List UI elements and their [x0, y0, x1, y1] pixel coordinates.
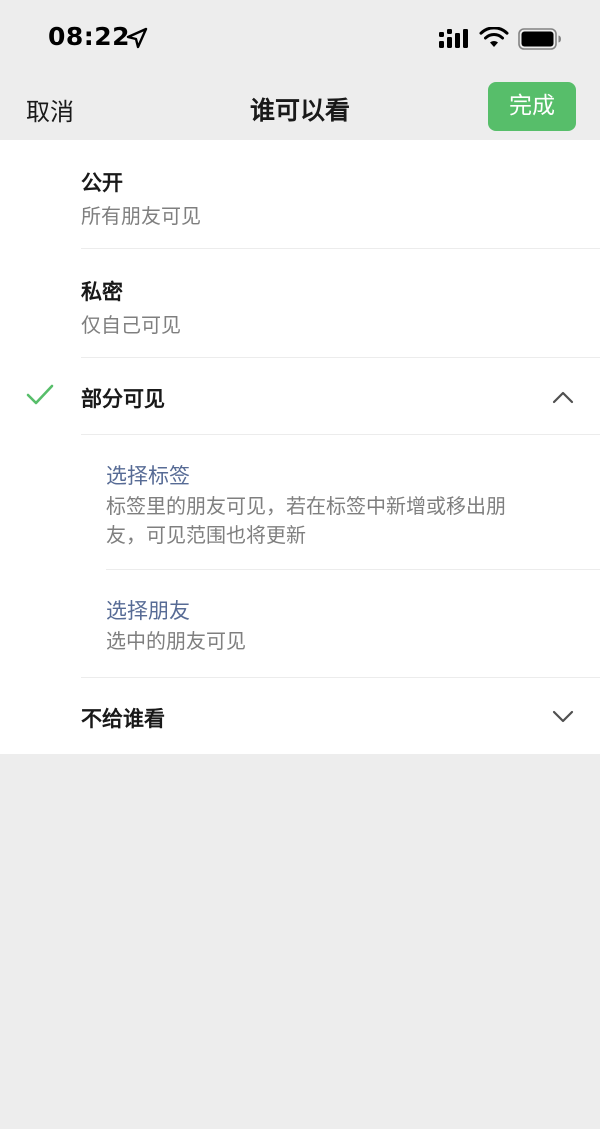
option-public-title: 公开	[81, 171, 123, 195]
visibility-options-list: 公开 所有朋友可见 私密 仅自己可见 部分可见 选择标签 标签里的朋友可见，若在…	[0, 140, 600, 754]
select-friends-title: 选择朋友	[106, 599, 190, 623]
location-arrow-icon	[126, 27, 148, 49]
cellular-signal-icon	[439, 29, 468, 48]
chevron-up-icon[interactable]	[551, 389, 575, 405]
wifi-icon	[479, 27, 509, 47]
option-public[interactable]: 公开 所有朋友可见	[0, 140, 600, 248]
nav-bar: 取消 谁可以看 完成	[0, 72, 600, 140]
status-time: 08:22	[48, 22, 131, 51]
option-private-title: 私密	[81, 280, 123, 304]
option-private[interactable]: 私密 仅自己可见	[0, 249, 600, 357]
status-bar: 08:22	[0, 0, 600, 72]
select-tags-desc: 标签里的朋友可见，若在标签中新增或移出朋友，可见范围也将更新	[106, 494, 506, 547]
option-partial[interactable]: 部分可见	[0, 358, 600, 434]
select-tags-item[interactable]: 选择标签 标签里的朋友可见，若在标签中新增或移出朋友，可见范围也将更新	[0, 435, 600, 569]
option-private-desc: 仅自己可见	[81, 313, 181, 337]
option-exclude-title: 不给谁看	[81, 707, 165, 731]
done-button[interactable]: 完成	[488, 82, 576, 131]
battery-icon	[518, 28, 561, 50]
option-partial-title: 部分可见	[81, 387, 165, 411]
select-friends-item[interactable]: 选择朋友 选中的朋友可见	[0, 570, 600, 677]
checkmark-icon	[26, 384, 54, 405]
select-friends-desc: 选中的朋友可见	[106, 629, 246, 653]
select-tags-title: 选择标签	[106, 464, 190, 488]
chevron-down-icon[interactable]	[551, 709, 575, 725]
option-exclude[interactable]: 不给谁看	[0, 678, 600, 754]
option-public-desc: 所有朋友可见	[81, 204, 201, 228]
